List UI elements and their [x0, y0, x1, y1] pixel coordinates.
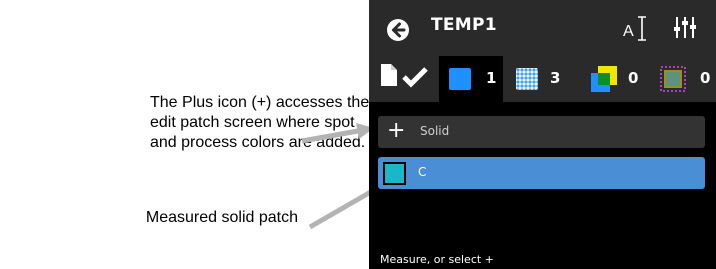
annotation-line-2: edit patch screen where spot [150, 114, 355, 131]
paper-count: 0 [700, 69, 711, 87]
plus-icon-annotation: The Plus icon (+) accesses the edit patc… [150, 93, 369, 153]
sliders-icon[interactable] [673, 14, 697, 40]
annotation-line-1: The Plus icon (+) accesses the [150, 94, 370, 111]
add-solid-label: Solid [420, 124, 450, 138]
paper-patch-icon [660, 66, 686, 92]
solid-patch-icon [449, 68, 471, 90]
check-icon[interactable] [402, 66, 428, 88]
tab-overprint-patches[interactable]: 0 [589, 56, 645, 102]
halftone-count: 3 [550, 69, 561, 87]
measured-patch-annotation: Measured solid patch [145, 209, 298, 226]
tab-halftone-patches[interactable]: 3 [514, 56, 566, 102]
patch-tab-bar: 1 3 0 0 [369, 56, 716, 102]
plus-icon[interactable]: + [387, 118, 405, 143]
annotation-line-3: and process colors are added. [150, 134, 366, 151]
tab-solid-patches[interactable]: 1 [439, 56, 503, 102]
title-bar: TEMP1 A [369, 0, 716, 56]
page-title: TEMP1 [431, 15, 497, 35]
patch-label: C [418, 165, 427, 179]
overprint-count: 0 [628, 69, 639, 87]
tab-paper-patches[interactable]: 0 [658, 56, 716, 102]
list-item[interactable]: C [378, 157, 705, 189]
back-arrow-icon[interactable] [386, 18, 410, 42]
document-icon[interactable] [380, 63, 398, 87]
status-message: Measure, or select + [380, 253, 494, 266]
overprint-patch-icon [591, 66, 617, 92]
text-size-icon[interactable]: A [623, 14, 649, 42]
halftone-patch-icon [516, 68, 538, 90]
device-screen: TEMP1 A 1 3 0 0 + Solid C Measure, or se… [369, 0, 716, 269]
color-swatch [383, 162, 406, 185]
svg-text:A: A [623, 23, 634, 40]
add-solid-item[interactable]: + Solid [378, 116, 705, 148]
solid-count: 1 [486, 69, 497, 87]
